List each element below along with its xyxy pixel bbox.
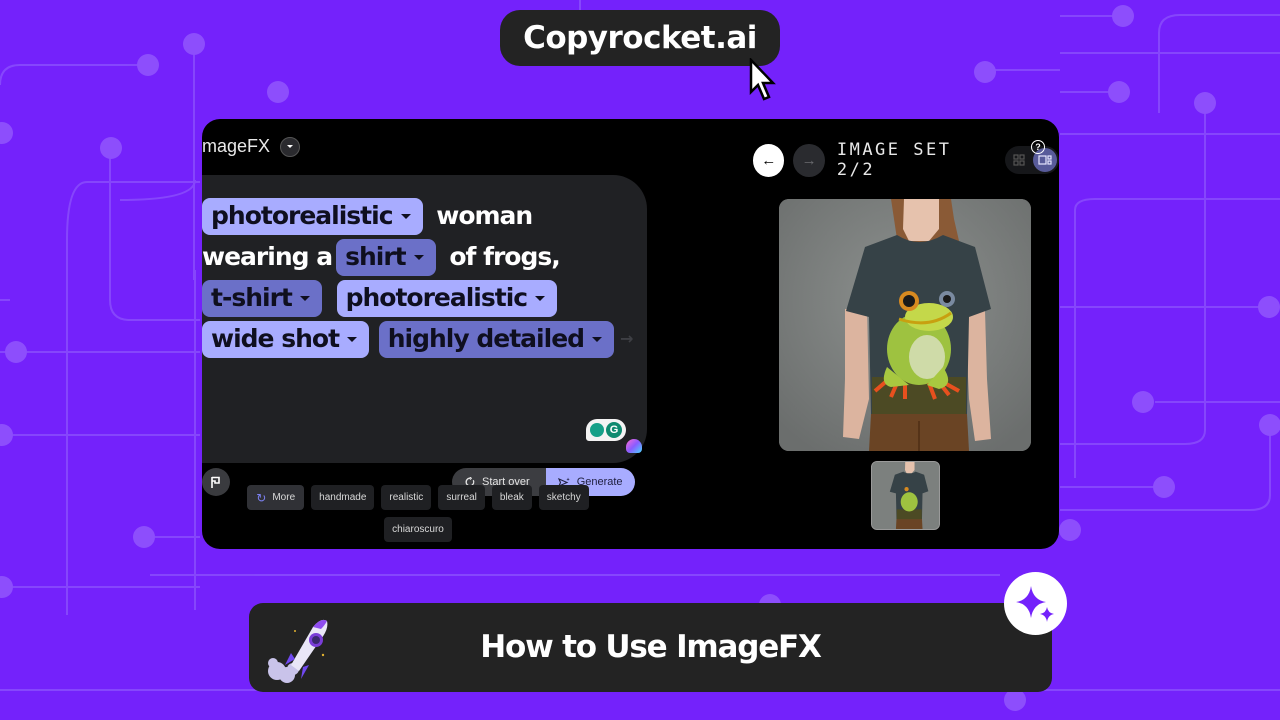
assistant-extension-icon[interactable] xyxy=(626,439,642,453)
grid-view-button[interactable] xyxy=(1007,148,1031,172)
caret-down-icon xyxy=(592,336,603,342)
prompt-chip[interactable]: photorealistic xyxy=(336,280,558,317)
carousel-view-icon xyxy=(1038,154,1052,165)
sparkle-badge xyxy=(1004,572,1067,635)
prompt-text[interactable]: photorealistic woman wearing a shirt of f… xyxy=(202,195,642,359)
caret-down-icon xyxy=(299,296,310,301)
help-icon[interactable]: ? xyxy=(1031,140,1045,154)
prompt-word: wearing a xyxy=(202,242,333,271)
prompt-chip[interactable]: highly detailed xyxy=(378,320,615,358)
refresh-icon: ↻ xyxy=(256,490,267,505)
previous-set-button[interactable]: ← xyxy=(753,143,785,177)
brand-label: Copyrocket.ai xyxy=(500,10,780,66)
suggestion-chip[interactable]: realistic xyxy=(381,485,432,510)
next-set-button[interactable]: → xyxy=(793,143,825,177)
image-set-label: IMAGE SET 2/2 xyxy=(836,140,952,180)
more-label: More xyxy=(272,492,296,503)
prompt-chip[interactable]: t-shirt xyxy=(202,280,322,317)
image-set-nav: ← → IMAGE SET 2/2 xyxy=(753,140,1059,180)
suggestion-chip[interactable]: bleak xyxy=(491,485,532,510)
imagefx-screen: mageFX photorealistic woman wearing a shi… xyxy=(202,119,1059,549)
arrow-right-icon: → xyxy=(801,151,817,169)
prompt-chip[interactable]: shirt xyxy=(336,238,436,276)
suggestion-chip[interactable]: chiaroscuro xyxy=(384,517,452,542)
chevron-down-icon[interactable] xyxy=(280,136,301,157)
chip-label: shirt xyxy=(345,242,407,271)
thumbnail-image xyxy=(872,462,939,529)
suggestion-chips: ↻ More handmade realistic surreal bleak … xyxy=(238,485,598,542)
suggestion-chip[interactable]: handmade xyxy=(311,485,375,510)
caret-down-icon xyxy=(400,213,411,219)
report-flag-button[interactable] xyxy=(202,468,230,496)
prompt-chip[interactable]: photorealistic xyxy=(202,197,423,235)
woman-frog-shirt-image xyxy=(779,199,1031,451)
sparkle-icon xyxy=(1015,585,1054,622)
grammarly-extension-icon[interactable]: G xyxy=(586,419,626,441)
chip-label: wide shot xyxy=(211,323,340,353)
chip-label: photorealistic xyxy=(345,283,529,313)
prompt-word: woman xyxy=(436,200,533,230)
grammarly-g-icon: G xyxy=(606,422,622,438)
chip-label: highly detailed xyxy=(387,323,585,353)
suggestion-chip[interactable]: sketchy xyxy=(538,485,589,510)
caret-down-icon xyxy=(413,254,424,260)
image-thumbnail[interactable] xyxy=(871,461,940,530)
chip-label: t-shirt xyxy=(211,283,293,313)
arrow-left-icon: ← xyxy=(761,151,777,169)
grid-icon xyxy=(1013,154,1026,166)
title-banner: How to Use ImageFX xyxy=(249,603,1052,692)
flag-icon xyxy=(211,476,220,488)
prompt-chip[interactable]: wide shot xyxy=(202,320,370,358)
chip-label: photorealistic xyxy=(211,200,394,230)
caret-down-icon xyxy=(347,336,358,342)
arrow-right-icon: → xyxy=(620,328,633,348)
prompt-word: of frogs, xyxy=(449,242,560,271)
banner-title: How to Use ImageFX xyxy=(480,629,822,665)
generated-image[interactable] xyxy=(779,199,1031,451)
caret-down-icon xyxy=(535,296,546,301)
app-title[interactable]: mageFX xyxy=(202,136,301,157)
mouse-cursor-icon xyxy=(749,58,776,101)
suggestion-chip[interactable]: surreal xyxy=(438,485,485,510)
grammarly-bulb-icon xyxy=(590,423,604,437)
prompt-panel[interactable]: photorealistic woman wearing a shirt of f… xyxy=(202,175,647,496)
app-title-text: mageFX xyxy=(202,136,271,156)
more-suggestions-button[interactable]: ↻ More xyxy=(247,485,305,510)
